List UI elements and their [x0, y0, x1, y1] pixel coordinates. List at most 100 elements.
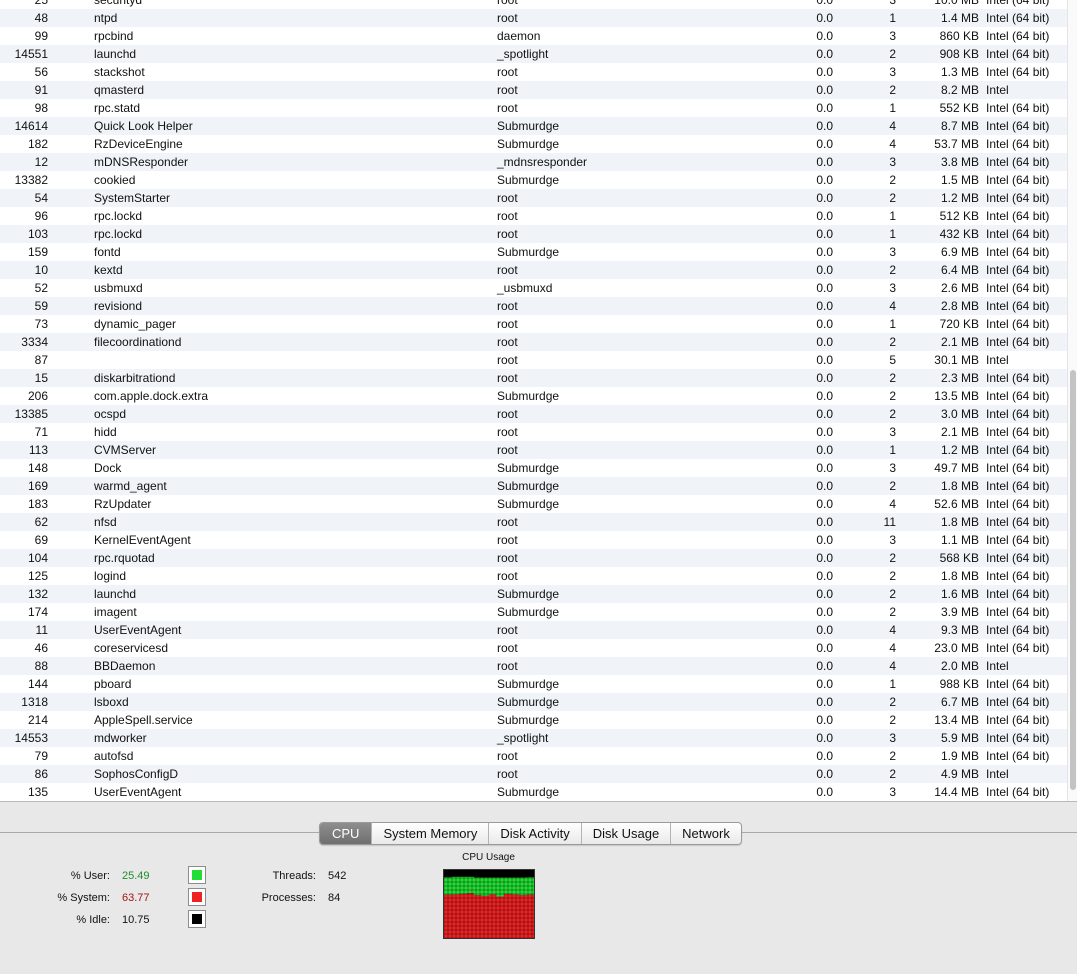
- table-row[interactable]: 52 usbmuxd _usbmuxd 0.0 3 2.6 MB Intel (64 bit…: [0, 279, 1067, 297]
- tab-disk-usage[interactable]: Disk Usage: [580, 823, 670, 844]
- table-row[interactable]: 3334 filecoordinationd root 0.0 2 2.1 MB Intel…: [0, 333, 1067, 351]
- thread-count-cell: 2: [889, 407, 896, 421]
- process-kind-cell: Intel (64 bit): [986, 11, 1050, 25]
- process-id-cell: 15: [34, 371, 48, 385]
- table-row[interactable]: 99 rpcbind daemon 0.0 3 860 KB Intel (64 bit): [0, 27, 1067, 45]
- system-color-swatch[interactable]: [188, 888, 206, 906]
- process-kind-cell: Intel (64 bit): [986, 245, 1050, 259]
- table-row[interactable]: 206 com.apple.dock.extra Submurdge 0.0 2 13.5…: [0, 387, 1067, 405]
- table-row[interactable]: 183 RzUpdater Submurdge 0.0 4 52.6 MB Intel (6…: [0, 495, 1067, 513]
- table-row[interactable]: 54 SystemStarter root 0.0 2 1.2 MB Intel (64 b…: [0, 189, 1067, 207]
- table-row[interactable]: 169 warmd_agent Submurdge 0.0 2 1.8 MB Intel (…: [0, 477, 1067, 495]
- table-row[interactable]: 15 diskarbitrationd root 0.0 2 2.3 MB Intel (6…: [0, 369, 1067, 387]
- process-user-cell: root: [497, 407, 518, 421]
- cpu-percent-cell: 0.0: [816, 173, 833, 187]
- cpu-percent-cell: 0.0: [816, 767, 833, 781]
- table-row[interactable]: 104 rpc.rquotad root 0.0 2 568 KB Intel (64 bi…: [0, 549, 1067, 567]
- process-id-cell: 54: [34, 191, 48, 205]
- cpu-percent-cell: 0.0: [816, 0, 833, 7]
- table-row[interactable]: 10 kextd root 0.0 2 6.4 MB Intel (64 bit): [0, 261, 1067, 279]
- table-row[interactable]: 91 qmasterd root 0.0 2 8.2 MB Intel: [0, 81, 1067, 99]
- idle-color-swatch[interactable]: [188, 910, 206, 928]
- tab-network[interactable]: Network: [670, 823, 741, 844]
- scrollbar-thumb[interactable]: [1070, 370, 1076, 790]
- table-row[interactable]: 48 ntpd root 0.0 1 1.4 MB Intel (64 bit): [0, 9, 1067, 27]
- table-row[interactable]: 98 rpc.statd root 0.0 1 552 KB Intel (64 bit): [0, 99, 1067, 117]
- table-row[interactable]: 62 nfsd root 0.0 11 1.8 MB Intel (64 bit): [0, 513, 1067, 531]
- process-user-cell: root: [497, 101, 518, 115]
- table-row[interactable]: 174 imagent Submurdge 0.0 2 3.9 MB Intel (64 b…: [0, 603, 1067, 621]
- process-kind-cell: Intel (64 bit): [986, 677, 1050, 691]
- table-row[interactable]: 73 dynamic_pager root 0.0 1 720 KB Intel (64 b…: [0, 315, 1067, 333]
- thread-count-cell: 2: [889, 389, 896, 403]
- table-row[interactable]: 56 stackshot root 0.0 3 1.3 MB Intel (64 bit): [0, 63, 1067, 81]
- real-memory-cell: 1.3 MB: [940, 65, 979, 79]
- table-row[interactable]: 148 Dock Submurdge 0.0 3 49.7 MB Intel (64 bit…: [0, 459, 1067, 477]
- table-row[interactable]: 71 hidd root 0.0 3 2.1 MB Intel (64 bit): [0, 423, 1067, 441]
- table-row[interactable]: 59 revisiond root 0.0 4 2.8 MB Intel (64 bit): [0, 297, 1067, 315]
- cpu-percent-cell: 0.0: [816, 353, 833, 367]
- cpu-percent-cell: 0.0: [816, 317, 833, 331]
- vertical-scrollbar[interactable]: [1067, 0, 1077, 801]
- table-row[interactable]: 135 UserEventAgent Submurdge 0.0 3 14.4 MB Int…: [0, 783, 1067, 801]
- process-kind-cell: Intel (64 bit): [986, 65, 1050, 79]
- table-row[interactable]: 11 UserEventAgent root 0.0 4 9.3 MB Intel (64 …: [0, 621, 1067, 639]
- real-memory-cell: 512 KB: [939, 209, 979, 223]
- process-id-cell: 169: [27, 479, 48, 493]
- table-row[interactable]: 13382 cookied Submurdge 0.0 2 1.5 MB Intel (64…: [0, 171, 1067, 189]
- table-row[interactable]: 159 fontd Submurdge 0.0 3 6.9 MB Intel (64 bit…: [0, 243, 1067, 261]
- table-row[interactable]: 25 securityd root 0.0 3 10.0 MB Intel (64 bit): [0, 0, 1067, 9]
- table-row[interactable]: 46 coreservicesd root 0.0 4 23.0 MB Intel (64 …: [0, 639, 1067, 657]
- cpu-percent-cell: 0.0: [816, 713, 833, 727]
- process-kind-cell: Intel (64 bit): [986, 191, 1050, 205]
- table-row[interactable]: 132 launchd Submurdge 0.0 2 1.6 MB Intel (64 b…: [0, 585, 1067, 603]
- process-name-cell: logind: [94, 569, 127, 583]
- process-user-cell: Submurdge: [497, 137, 560, 151]
- table-row[interactable]: 144 pboard Submurdge 0.0 1 988 KB Intel (64 bi…: [0, 675, 1067, 693]
- user-color-swatch[interactable]: [188, 866, 206, 884]
- thread-count-cell: 1: [889, 443, 896, 457]
- table-row[interactable]: 1318 lsboxd Submurdge 0.0 2 6.7 MB Intel (64 b…: [0, 693, 1067, 711]
- tab-disk-activity[interactable]: Disk Activity: [488, 823, 580, 844]
- process-kind-cell: Intel: [986, 767, 1009, 781]
- idle-percent-label: % Idle:: [76, 914, 110, 926]
- cpu-percent-cell: 0.0: [816, 209, 833, 223]
- process-id-cell: 103: [27, 227, 48, 241]
- process-user-cell: root: [497, 227, 518, 241]
- process-kind-cell: Intel (64 bit): [986, 551, 1050, 565]
- real-memory-cell: 2.8 MB: [940, 299, 979, 313]
- table-row[interactable]: 14614 Quick Look Helper Submurdge 0.0 4 8.7 M…: [0, 117, 1067, 135]
- table-row[interactable]: 182 RzDeviceEngine Submurdge 0.0 4 53.7 MB Int…: [0, 135, 1067, 153]
- process-user-cell: root: [497, 209, 518, 223]
- cpu-percent-cell: 0.0: [816, 101, 833, 115]
- table-row[interactable]: 113 CVMServer root 0.0 1 1.2 MB Intel (64 bit): [0, 441, 1067, 459]
- table-row[interactable]: 214 AppleSpell.service Submurdge 0.0 2 13.4 M…: [0, 711, 1067, 729]
- table-row[interactable]: 87 root 0.0 5 30.1 MB Intel: [0, 351, 1067, 369]
- table-row[interactable]: 88 BBDaemon root 0.0 4 2.0 MB Intel: [0, 657, 1067, 675]
- table-row[interactable]: 86 SophosConfigD root 0.0 2 4.9 MB Intel: [0, 765, 1067, 783]
- process-name-cell: mDNSResponder: [94, 155, 189, 169]
- table-row[interactable]: 14553 mdworker _spotlight 0.0 3 5.9 MB Intel (…: [0, 729, 1067, 747]
- process-name-cell: rpc.lockd: [94, 209, 143, 223]
- tab-system-memory[interactable]: System Memory: [371, 823, 488, 844]
- process-id-cell: 52: [34, 281, 48, 295]
- real-memory-cell: 52.6 MB: [934, 497, 979, 511]
- table-row[interactable]: 13385 ocspd root 0.0 2 3.0 MB Intel (64 bit): [0, 405, 1067, 423]
- real-memory-cell: 13.4 MB: [934, 713, 979, 727]
- table-row[interactable]: 79 autofsd root 0.0 2 1.9 MB Intel (64 bit): [0, 747, 1067, 765]
- real-memory-cell: 568 KB: [939, 551, 979, 565]
- table-row[interactable]: 12 mDNSResponder _mdnsresponder 0.0 3 3.8 MB I…: [0, 153, 1067, 171]
- real-memory-cell: 1.6 MB: [940, 587, 979, 601]
- table-row[interactable]: 125 logind root 0.0 2 1.8 MB Intel (64 bit): [0, 567, 1067, 585]
- process-id-cell: 13382: [14, 173, 48, 187]
- table-row[interactable]: 103 rpc.lockd root 0.0 1 432 KB Intel (64 bit): [0, 225, 1067, 243]
- real-memory-cell: 720 KB: [939, 317, 979, 331]
- process-user-cell: root: [497, 353, 518, 367]
- table-row[interactable]: 69 KernelEventAgent root 0.0 3 1.1 MB Intel (6…: [0, 531, 1067, 549]
- tab-cpu[interactable]: CPU: [320, 823, 372, 844]
- thread-count-cell: 3: [889, 155, 896, 169]
- process-id-cell: 79: [34, 749, 48, 763]
- table-row[interactable]: 14551 launchd _spotlight 0.0 2 908 KB Intel (6…: [0, 45, 1067, 63]
- cpu-percent-cell: 0.0: [816, 785, 833, 799]
- table-row[interactable]: 96 rpc.lockd root 0.0 1 512 KB Intel (64 bit): [0, 207, 1067, 225]
